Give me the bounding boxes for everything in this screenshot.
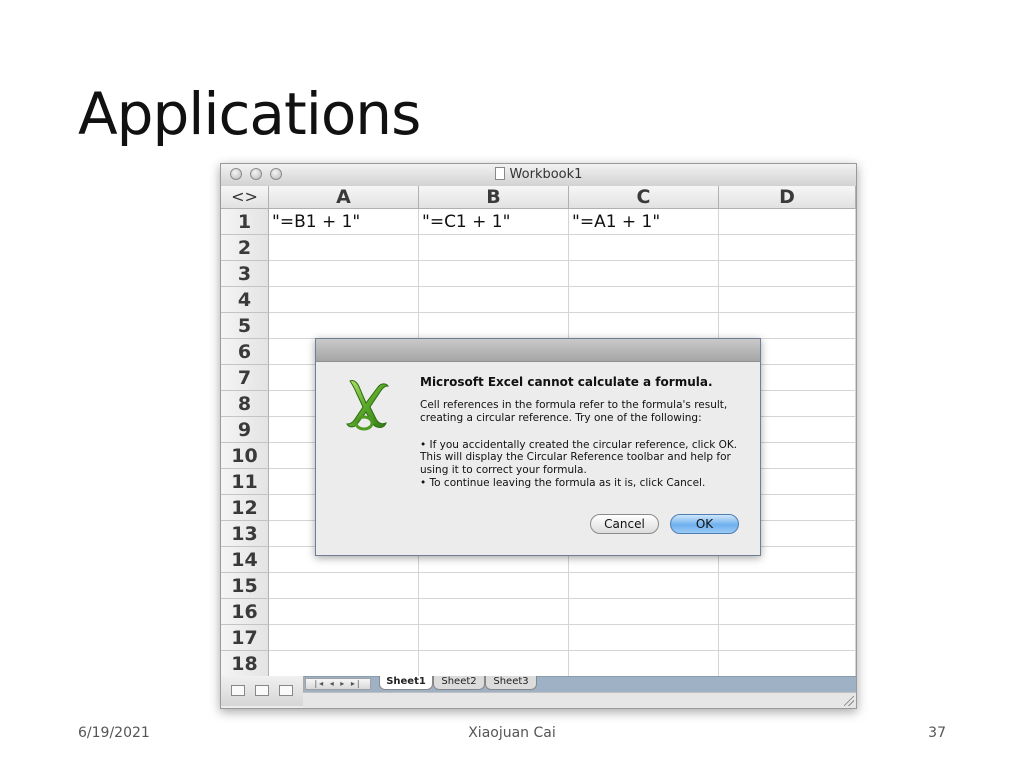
cell-a2[interactable] <box>269 235 419 261</box>
row-header-17[interactable]: 17 <box>221 625 269 651</box>
cell-d17[interactable] <box>719 625 856 651</box>
cell-c3[interactable] <box>569 261 719 287</box>
column-header-a[interactable]: A <box>269 186 419 209</box>
cell-d5[interactable] <box>719 313 856 339</box>
cell-c5[interactable] <box>569 313 719 339</box>
sheet-tab-sheet3[interactable]: Sheet3 <box>485 676 537 690</box>
window-titlebar[interactable]: Workbook1 <box>221 164 856 187</box>
view-buttons <box>221 676 304 706</box>
row-header-14[interactable]: 14 <box>221 547 269 573</box>
row-header-5[interactable]: 5 <box>221 313 269 339</box>
row-header-13[interactable]: 13 <box>221 521 269 547</box>
cell-c17[interactable] <box>569 625 719 651</box>
column-header-b[interactable]: B <box>419 186 569 209</box>
dialog-body: Cell references in the formula refer to … <box>420 399 742 490</box>
column-header-d[interactable]: D <box>719 186 856 209</box>
page-number: 37 <box>928 725 946 741</box>
dialog-heading: Microsoft Excel cannot calculate a formu… <box>420 375 713 389</box>
status-bar <box>303 692 856 708</box>
row-header-11[interactable]: 11 <box>221 469 269 495</box>
sheet-tab-sheet2[interactable]: Sheet2 <box>433 676 485 690</box>
row-header-9[interactable]: 9 <box>221 417 269 443</box>
cell-c16[interactable] <box>569 599 719 625</box>
cell-b1[interactable]: "=C1 + 1" <box>419 209 569 235</box>
cell-d3[interactable] <box>719 261 856 287</box>
cell-b5[interactable] <box>419 313 569 339</box>
cell-b16[interactable] <box>419 599 569 625</box>
cancel-button[interactable]: Cancel <box>590 514 659 534</box>
dialog-titlebar <box>316 339 760 362</box>
row-header-1[interactable]: 1 <box>221 209 269 235</box>
resize-grip[interactable] <box>844 696 854 706</box>
cell-b2[interactable] <box>419 235 569 261</box>
cell-a1[interactable]: "=B1 + 1" <box>269 209 419 235</box>
row-header-2[interactable]: 2 <box>221 235 269 261</box>
cell-b4[interactable] <box>419 287 569 313</box>
cell-a17[interactable] <box>269 625 419 651</box>
circular-reference-alert: Microsoft Excel cannot calculate a formu… <box>315 338 761 556</box>
cell-d18[interactable] <box>719 651 856 677</box>
cell-c1[interactable]: "=A1 + 1" <box>569 209 719 235</box>
slide-title: Applications <box>78 80 421 148</box>
cell-c15[interactable] <box>569 573 719 599</box>
dialog-bullet-cancel: • To continue leaving the formula as it … <box>420 476 706 489</box>
dialog-bullet-ok: • If you accidentally created the circul… <box>420 438 738 477</box>
sheet-tab-sheet1[interactable]: Sheet1 <box>379 676 433 690</box>
ok-button[interactable]: OK <box>670 514 739 534</box>
cell-c2[interactable] <box>569 235 719 261</box>
cell-a15[interactable] <box>269 573 419 599</box>
row-header-3[interactable]: 3 <box>221 261 269 287</box>
row-header-4[interactable]: 4 <box>221 287 269 313</box>
sheet-navigation-arrows[interactable]: |◂ ◂ ▸ ▸| <box>305 678 371 690</box>
cell-b15[interactable] <box>419 573 569 599</box>
cell-d4[interactable] <box>719 287 856 313</box>
row-header-12[interactable]: 12 <box>221 495 269 521</box>
page-break-view-icon[interactable] <box>279 685 293 696</box>
row-header-18[interactable]: 18 <box>221 651 269 677</box>
cell-d16[interactable] <box>719 599 856 625</box>
normal-view-icon[interactable] <box>231 685 245 696</box>
cell-d1[interactable] <box>719 209 856 235</box>
row-header-15[interactable]: 15 <box>221 573 269 599</box>
cell-b3[interactable] <box>419 261 569 287</box>
row-header-16[interactable]: 16 <box>221 599 269 625</box>
cell-d2[interactable] <box>719 235 856 261</box>
row-header-6[interactable]: 6 <box>221 339 269 365</box>
cell-a4[interactable] <box>269 287 419 313</box>
dialog-paragraph: Cell references in the formula refer to … <box>420 399 728 424</box>
excel-app-icon <box>346 380 389 431</box>
cell-b17[interactable] <box>419 625 569 651</box>
page-layout-view-icon[interactable] <box>255 685 269 696</box>
cell-c18[interactable] <box>569 651 719 677</box>
document-icon <box>494 167 505 180</box>
cell-d15[interactable] <box>719 573 856 599</box>
row-header-8[interactable]: 8 <box>221 391 269 417</box>
cell-a16[interactable] <box>269 599 419 625</box>
cell-a3[interactable] <box>269 261 419 287</box>
footer-author: Xiaojuan Cai <box>468 725 556 741</box>
cell-b18[interactable] <box>419 651 569 677</box>
cell-c4[interactable] <box>569 287 719 313</box>
row-header-10[interactable]: 10 <box>221 443 269 469</box>
row-header-7[interactable]: 7 <box>221 365 269 391</box>
window-title: Workbook1 <box>509 167 583 182</box>
cell-a5[interactable] <box>269 313 419 339</box>
select-all-corner[interactable]: <> <box>221 186 269 209</box>
column-header-c[interactable]: C <box>569 186 719 209</box>
cell-a18[interactable] <box>269 651 419 677</box>
window-title-wrap: Workbook1 <box>221 164 856 186</box>
